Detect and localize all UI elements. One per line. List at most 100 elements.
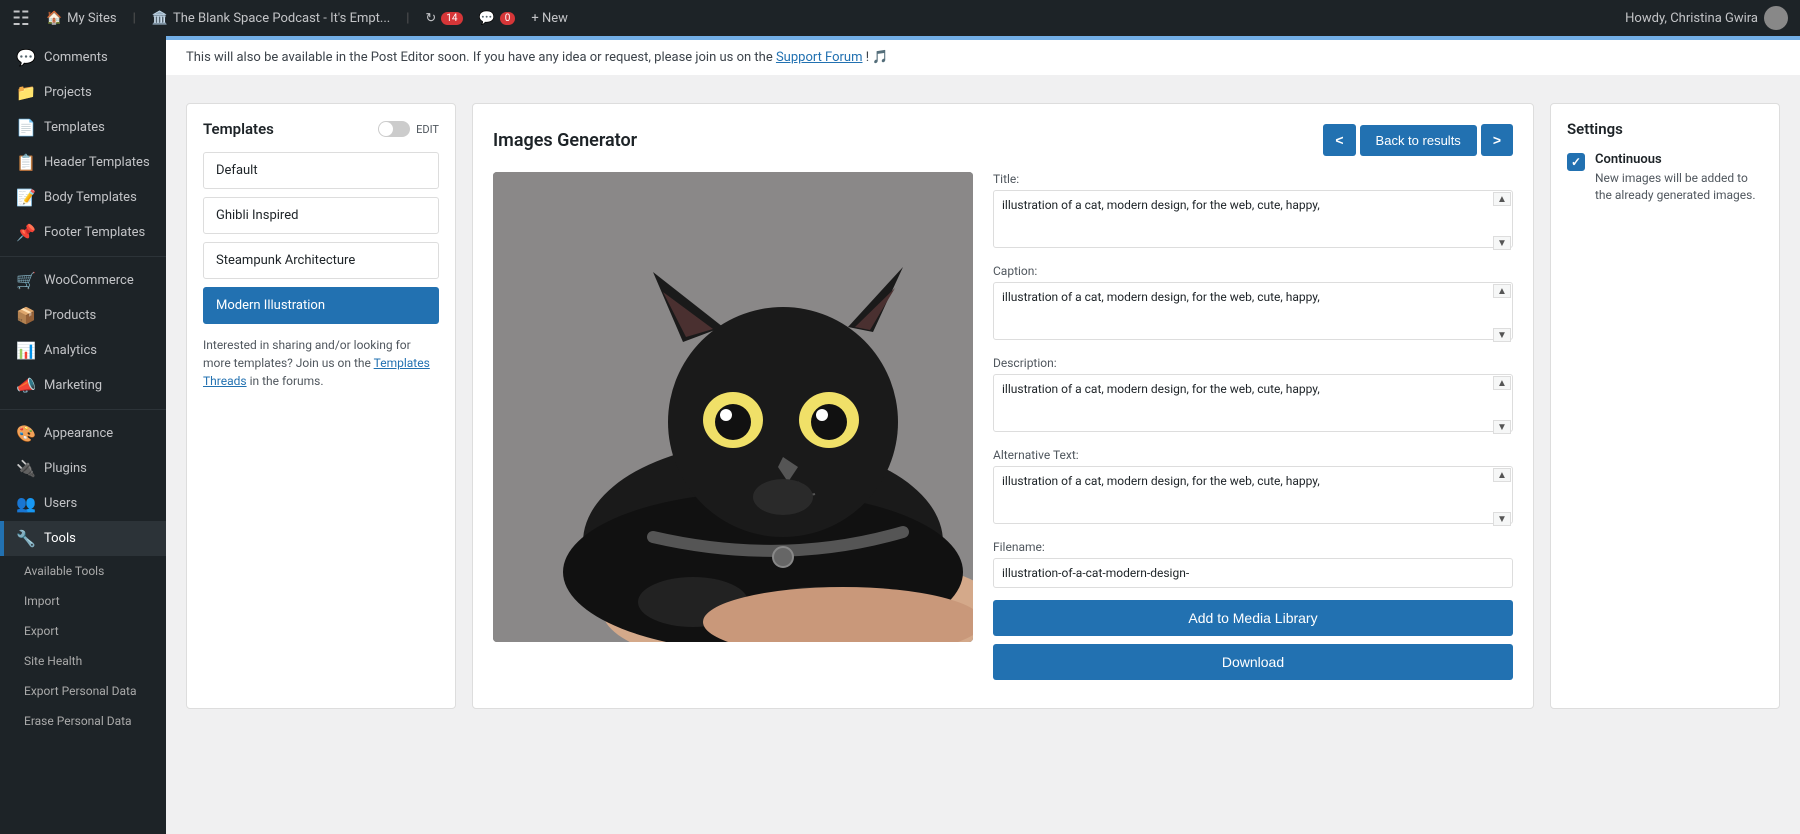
sidebar-item-export[interactable]: Export xyxy=(0,616,166,646)
footer-templates-icon: 📌 xyxy=(16,223,36,242)
caption-field-label: Caption: xyxy=(993,264,1513,278)
templates-icon: 📄 xyxy=(16,118,36,137)
my-sites-menu[interactable]: 🏠 My Sites xyxy=(46,11,117,26)
template-option-default[interactable]: Default xyxy=(203,152,439,189)
sidebar-item-products[interactable]: 📦 Products xyxy=(0,298,166,333)
sidebar-item-projects[interactable]: 📁 Projects xyxy=(0,75,166,110)
caption-scroll-down[interactable]: ▼ xyxy=(1493,328,1511,342)
sidebar-item-appearance[interactable]: 🎨 Appearance xyxy=(0,416,166,451)
sidebar-item-analytics[interactable]: 📊 Analytics xyxy=(0,333,166,368)
alt-text-scroll-arrows: ▲ ▼ xyxy=(1493,468,1511,526)
sidebar-item-export-personal-data[interactable]: Export Personal Data xyxy=(0,676,166,706)
updates-link[interactable]: ↻ 14 xyxy=(425,11,462,26)
sidebar-label-marketing: Marketing xyxy=(44,378,102,393)
sidebar-label-footer-templates: Footer Templates xyxy=(44,225,145,240)
site-name-link[interactable]: 🏛️ The Blank Space Podcast - It's Empt..… xyxy=(152,11,390,26)
sidebar-item-import[interactable]: Import xyxy=(0,586,166,616)
filename-input-wrap xyxy=(993,558,1513,588)
sidebar-divider-1 xyxy=(0,256,166,257)
available-tools-label: Available Tools xyxy=(24,564,104,578)
sidebar-item-erase-personal-data[interactable]: Erase Personal Data xyxy=(0,706,166,736)
field-group-description: Description: illustration of a cat, mode… xyxy=(993,356,1513,436)
caption-scroll-arrows: ▲ ▼ xyxy=(1493,284,1511,342)
title-scroll-down[interactable]: ▼ xyxy=(1493,236,1511,250)
sidebar-item-templates[interactable]: 📄 Templates xyxy=(0,110,166,145)
new-content-link[interactable]: + New xyxy=(531,11,568,26)
description-textarea-wrap: illustration of a cat, modern design, fo… xyxy=(993,374,1513,436)
template-option-steampunk[interactable]: Steampunk Architecture xyxy=(203,242,439,279)
content-area: This will also be available in the Post … xyxy=(166,36,1800,834)
continuous-checkbox[interactable] xyxy=(1567,153,1585,171)
toggle-edit[interactable]: EDIT xyxy=(378,121,439,137)
toggle-switch[interactable] xyxy=(378,121,410,137)
notice-bar: This will also be available in the Post … xyxy=(166,36,1800,75)
description-scroll-up[interactable]: ▲ xyxy=(1493,376,1511,390)
support-forum-link[interactable]: Support Forum xyxy=(776,50,863,65)
filename-field-label: Filename: xyxy=(993,540,1513,554)
template-option-modern[interactable]: Modern Illustration xyxy=(203,287,439,324)
sidebar-item-woocommerce[interactable]: 🛒 WooCommerce xyxy=(0,263,166,298)
template-ghibli-label: Ghibli Inspired xyxy=(216,208,298,223)
sidebar-item-comments[interactable]: 💬 Comments xyxy=(0,40,166,75)
alt-text-textarea-wrap: illustration of a cat, modern design, fo… xyxy=(993,466,1513,528)
plugins-icon: 🔌 xyxy=(16,459,36,478)
sidebar-item-users[interactable]: 👥 Users xyxy=(0,486,166,521)
title-field-label: Title: xyxy=(993,172,1513,186)
my-sites-label: My Sites xyxy=(67,11,116,26)
fields-area: Title: illustration of a cat, modern des… xyxy=(993,172,1513,688)
sidebar-label-tools: Tools xyxy=(44,531,76,546)
description-scroll-down[interactable]: ▼ xyxy=(1493,420,1511,434)
comments-link[interactable]: 💬 0 xyxy=(479,11,516,26)
sidebar-item-plugins[interactable]: 🔌 Plugins xyxy=(0,451,166,486)
sidebar-item-marketing[interactable]: 📣 Marketing xyxy=(0,368,166,403)
users-icon: 👥 xyxy=(16,494,36,513)
sidebar-item-body-templates[interactable]: 📝 Body Templates xyxy=(0,180,166,215)
add-to-library-button[interactable]: Add to Media Library xyxy=(993,600,1513,636)
cat-illustration xyxy=(493,172,973,642)
update-count-badge: 14 xyxy=(441,12,462,25)
next-button[interactable]: > xyxy=(1481,124,1513,156)
sidebar-label-comments: Comments xyxy=(44,50,108,65)
wp-logo-icon: ☷ xyxy=(12,6,30,30)
alt-text-textarea[interactable]: illustration of a cat, modern design, fo… xyxy=(993,466,1513,524)
refresh-icon: ↻ xyxy=(425,11,436,26)
site-icon: 🏛️ xyxy=(152,11,168,26)
sidebar-item-header-templates[interactable]: 📋 Header Templates xyxy=(0,145,166,180)
sidebar-item-tools[interactable]: 🔧 Tools xyxy=(0,521,166,556)
sidebar-label-header-templates: Header Templates xyxy=(44,155,150,170)
filename-input[interactable] xyxy=(993,558,1513,588)
toggle-knob xyxy=(379,122,393,136)
export-personal-data-label: Export Personal Data xyxy=(24,684,136,698)
sidebar-label-templates: Templates xyxy=(44,120,105,135)
tools-submenu: Available Tools Import Export Site Healt… xyxy=(0,556,166,736)
field-group-title: Title: illustration of a cat, modern des… xyxy=(993,172,1513,252)
import-label: Import xyxy=(24,594,60,608)
templates-promo: Interested in sharing and/or looking for… xyxy=(203,336,439,390)
generator-header: Images Generator < Back to results > xyxy=(493,124,1513,156)
title-scroll-up[interactable]: ▲ xyxy=(1493,192,1511,206)
sidebar-item-site-health[interactable]: Site Health xyxy=(0,646,166,676)
sidebar-label-analytics: Analytics xyxy=(44,343,97,358)
template-option-ghibli[interactable]: Ghibli Inspired xyxy=(203,197,439,234)
templates-promo-suffix: in the forums. xyxy=(250,374,324,388)
sidebar-item-available-tools[interactable]: Available Tools xyxy=(0,556,166,586)
admin-bar: ☷ 🏠 My Sites | 🏛️ The Blank Space Podcas… xyxy=(0,0,1800,36)
description-field-label: Description: xyxy=(993,356,1513,370)
download-button[interactable]: Download xyxy=(993,644,1513,680)
caption-scroll-up[interactable]: ▲ xyxy=(1493,284,1511,298)
description-scroll-arrows: ▲ ▼ xyxy=(1493,376,1511,434)
description-textarea[interactable]: illustration of a cat, modern design, fo… xyxy=(993,374,1513,432)
back-to-results-button[interactable]: Back to results xyxy=(1360,125,1477,156)
header-templates-icon: 📋 xyxy=(16,153,36,172)
sidebar-label-woocommerce: WooCommerce xyxy=(44,273,134,288)
alt-text-scroll-down[interactable]: ▼ xyxy=(1493,512,1511,526)
caption-textarea[interactable]: illustration of a cat, modern design, fo… xyxy=(993,282,1513,340)
prev-button[interactable]: < xyxy=(1323,124,1355,156)
appearance-icon: 🎨 xyxy=(16,424,36,443)
title-textarea[interactable]: illustration of a cat, modern design, fo… xyxy=(993,190,1513,248)
new-content-label: + New xyxy=(531,11,568,26)
sidebar-item-footer-templates[interactable]: 📌 Footer Templates xyxy=(0,215,166,250)
user-menu[interactable]: Howdy, Christina Gwira xyxy=(1625,6,1788,30)
generator-title: Images Generator xyxy=(493,130,637,151)
alt-text-scroll-up[interactable]: ▲ xyxy=(1493,468,1511,482)
